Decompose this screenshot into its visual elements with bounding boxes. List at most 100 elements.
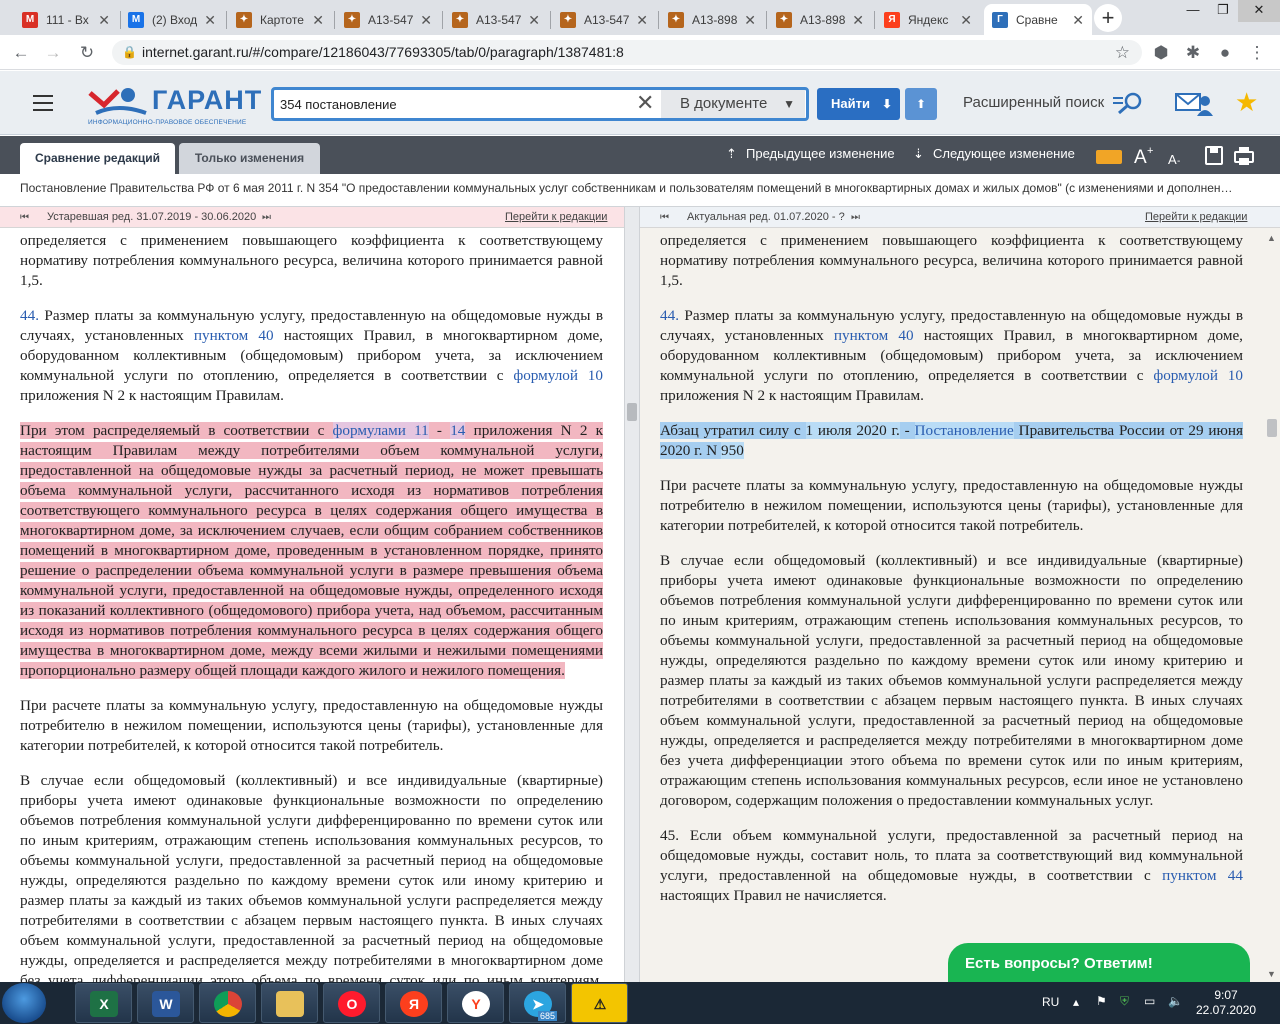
reload-icon[interactable]: ↻ [76, 42, 98, 64]
clock[interactable]: 9:07 22.07.2020 [1196, 988, 1256, 1018]
close-tab-icon[interactable]: ✕ [528, 12, 540, 29]
browser-tab[interactable]: ✦ А13-547 ✕ [336, 4, 440, 35]
current-edition-label: Актуальная ред. 01.07.2020 - ? [687, 211, 845, 223]
url-field[interactable]: 🔒 internet.garant.ru/#/compare/12186043/… [112, 40, 1142, 65]
warning-icon: ⚠ [593, 995, 607, 1012]
point-40-link[interactable]: пунктом 40 [194, 327, 274, 344]
first-edition-icon[interactable]: ⏮ [20, 207, 29, 228]
lock-icon[interactable]: 🔒 [122, 40, 137, 65]
point-44-link[interactable]: пунктом 44 [1162, 867, 1243, 884]
maximize-button[interactable]: ❐ [1208, 0, 1238, 22]
tab-only-changes[interactable]: Только изменения [179, 143, 320, 174]
hamburger-menu-icon[interactable] [33, 95, 53, 111]
prev-edition-icon[interactable]: ⏮ [660, 207, 669, 228]
close-tab-icon[interactable]: ✕ [1072, 12, 1084, 29]
browser-tab[interactable]: ✦ А13-898 ✕ [768, 4, 872, 35]
taskbar-word[interactable]: W [137, 983, 194, 1023]
forward-icon[interactable]: → [42, 42, 64, 64]
clock-date: 22.07.2020 [1196, 1003, 1257, 1017]
advanced-search-icon[interactable] [1113, 91, 1145, 115]
close-tab-icon[interactable]: ✕ [420, 12, 432, 29]
browser-tab[interactable]: Я Яндекс ✕ [876, 4, 980, 35]
close-tab-icon[interactable]: ✕ [636, 12, 648, 29]
search-scope-select[interactable]: В документе ▼ [661, 90, 805, 118]
previous-change-button[interactable]: ⇡ Предыдущее изменение [726, 146, 895, 162]
taskbar-excel[interactable]: X [75, 983, 132, 1023]
network-icon[interactable]: ▭ [1144, 994, 1155, 1008]
browser-tab[interactable]: ✦ Картоте ✕ [228, 4, 332, 35]
resolution-link[interactable]: Постановление [914, 422, 1014, 439]
pane-splitter[interactable] [624, 207, 640, 982]
highlight-icon[interactable] [1096, 150, 1122, 164]
back-icon[interactable]: ← [10, 42, 32, 64]
shield-extension-icon[interactable]: ⬢ [1150, 42, 1172, 64]
formula-14-link[interactable]: 14 [450, 422, 466, 439]
formulas-11-link[interactable]: формулами 11 [332, 422, 429, 439]
scroll-up-icon[interactable]: ▲ [1267, 233, 1276, 243]
splitter-grip[interactable] [627, 403, 637, 421]
chat-widget-button[interactable]: Есть вопросы? Ответим! [948, 943, 1250, 985]
volume-icon[interactable]: 🔈 [1168, 994, 1183, 1008]
find-button[interactable]: Найти ⬇ [817, 88, 900, 120]
taskbar-warning-app[interactable]: ⚠ [571, 983, 628, 1023]
browser-tab[interactable]: Г Сравне ✕ [984, 4, 1092, 35]
taskbar-explorer[interactable] [261, 983, 318, 1023]
paragraph-44-link[interactable]: 44. [660, 307, 679, 324]
formula-10-link[interactable]: формулой 10 [513, 367, 603, 384]
search-input[interactable] [280, 94, 620, 114]
close-tab-icon[interactable]: ✕ [98, 12, 110, 29]
point-40-link[interactable]: пунктом 40 [834, 327, 914, 344]
garant-logo[interactable]: ГАРАНТ ИНФОРМАЦИОННО-ПРАВОВОЕ ОБЕСПЕЧЕНИ… [88, 83, 261, 127]
taskbar-telegram[interactable]: ➤ 685 [509, 983, 566, 1023]
browser-tab[interactable]: ✦ А13-547 ✕ [552, 4, 656, 35]
find-previous-button[interactable]: ⬆ [905, 88, 937, 120]
taskbar-yandex[interactable]: Я [385, 983, 442, 1023]
close-window-button[interactable]: ✕ [1238, 0, 1280, 22]
close-tab-icon[interactable]: ✕ [312, 12, 324, 29]
chevron-down-icon: ▼ [783, 97, 795, 111]
font-decrease-icon[interactable]: A [1168, 152, 1177, 167]
scroll-thumb[interactable] [1267, 419, 1277, 437]
browser-tab[interactable]: ✦ А13-898 ✕ [660, 4, 764, 35]
flag-icon[interactable]: ⚑ [1096, 994, 1107, 1008]
paragraph-44-link[interactable]: 44. [20, 307, 39, 324]
close-tab-icon[interactable]: ✕ [204, 12, 216, 29]
taskbar-chrome[interactable] [199, 983, 256, 1023]
browser-tab[interactable]: M (2) Вход ✕ [120, 4, 224, 35]
browser-tab[interactable]: ✦ А13-547 ✕ [444, 4, 548, 35]
font-increase-icon[interactable]: A [1134, 147, 1147, 168]
goto-old-edition-link[interactable]: Перейти к редакции [505, 207, 607, 228]
taskbar-yandex-browser[interactable]: Y [447, 983, 504, 1023]
new-tab-button[interactable]: + [1094, 4, 1122, 32]
next-change-button[interactable]: ⇣ Следующее изменение [913, 146, 1075, 162]
taskbar-opera[interactable]: O [323, 983, 380, 1023]
clear-search-icon[interactable]: ✕ [636, 91, 654, 115]
tab-compare-editions[interactable]: Сравнение редакций [20, 143, 175, 174]
advanced-search-link[interactable]: Расширенный поиск [963, 94, 1104, 111]
goto-current-edition-link[interactable]: Перейти к редакции [1145, 207, 1247, 228]
menu-kebab-icon[interactable]: ⋮ [1246, 42, 1268, 64]
next-edition-icon[interactable]: ⏭ [262, 207, 271, 228]
start-button[interactable] [2, 983, 46, 1023]
paragraph: В случае если общедомовый (коллективный)… [660, 552, 1243, 809]
profile-icon[interactable]: ● [1214, 42, 1236, 64]
scroll-down-icon[interactable]: ▼ [1267, 969, 1276, 979]
windows-taskbar: X W O Я Y ➤ 685 ⚠ RU ▴ ⚑ ⛨ ▭ 🔈 9:07 22.07… [0, 982, 1280, 1024]
tray-expand-icon[interactable]: ▴ [1073, 995, 1079, 1009]
formula-10-link[interactable]: формулой 10 [1153, 367, 1243, 384]
bookmark-star-icon[interactable]: ☆ [1115, 40, 1130, 65]
language-indicator[interactable]: RU [1042, 995, 1059, 1009]
current-edition-text: определяется с применением повышающего к… [660, 231, 1243, 921]
extensions-puzzle-icon[interactable]: ✱ [1182, 42, 1204, 64]
word-icon: W [152, 991, 180, 1017]
last-edition-icon[interactable]: ⏭ [851, 207, 860, 228]
favorites-star-icon[interactable]: ★ [1235, 88, 1258, 116]
browser-tab[interactable]: M 111 - Вх ✕ [14, 4, 118, 35]
right-scrollbar[interactable]: ▲ ▼ [1264, 229, 1280, 982]
shield-icon[interactable]: ⛨ [1120, 994, 1129, 1009]
close-tab-icon[interactable]: ✕ [960, 12, 972, 29]
minimize-button[interactable]: — [1178, 0, 1208, 22]
close-tab-icon[interactable]: ✕ [852, 12, 864, 29]
close-tab-icon[interactable]: ✕ [744, 12, 756, 29]
mail-expert-icon[interactable] [1175, 90, 1213, 116]
